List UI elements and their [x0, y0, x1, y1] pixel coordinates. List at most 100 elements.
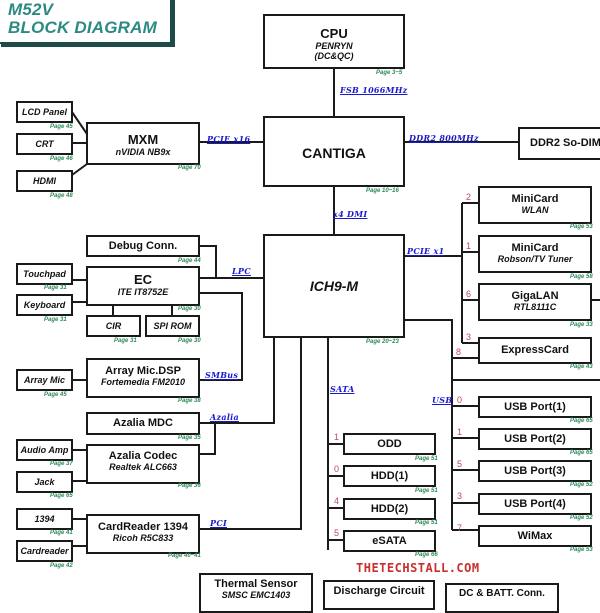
usb-port-2-block[interactable]: USB Port(2) — [478, 428, 592, 450]
keyboard-block[interactable]: Keyboard — [16, 294, 73, 316]
hdd1-block[interactable]: HDD(1) — [343, 465, 436, 487]
cardreader-title: CardReader 1394 — [98, 521, 188, 533]
array-mic-block[interactable]: Array Mic — [16, 369, 73, 391]
usb-port-3-block[interactable]: USB Port(3) — [478, 460, 592, 482]
ieee1394-block[interactable]: 1394 — [16, 508, 73, 530]
ddr2-bus-label: DDR2 800MHz — [409, 133, 479, 143]
audio-amp-block[interactable]: Audio Amp — [16, 439, 73, 461]
usb4-port-number: 3 — [457, 491, 463, 501]
ddr2-sodimm-block[interactable]: DDR2 So-DIMM — [518, 127, 600, 160]
cantiga-block[interactable]: CANTIGA — [263, 116, 405, 187]
cardreader-slot-block[interactable]: Cardreader — [16, 540, 73, 562]
odd-block[interactable]: ODD — [343, 433, 436, 455]
lcd-page: Page 45 — [50, 124, 73, 130]
debug-title: Debug Conn. — [108, 240, 178, 252]
cpu-block[interactable]: CPU PENRYN (DC&QC) — [263, 14, 405, 69]
azalia-mdc-block[interactable]: Azalia MDC — [86, 412, 200, 435]
debug-conn-block[interactable]: Debug Conn. — [86, 235, 200, 257]
minicard-tv-block[interactable]: MiniCard Robson/TV Tuner — [478, 235, 592, 273]
thermal-sensor-block[interactable]: Thermal Sensor SMSC EMC1403 — [199, 573, 313, 613]
sata-bus-label: SATA — [330, 384, 355, 394]
ec-title: EC — [133, 272, 153, 287]
expresscard-title: ExpressCard — [501, 344, 569, 356]
spirom-page: Page 30 — [178, 338, 201, 344]
azalia-codec-block[interactable]: Azalia Codec Realtek ALC663 — [86, 444, 200, 484]
mxm-title: MXM — [127, 132, 159, 147]
smbus-bus-label: SMBus — [205, 370, 239, 380]
thermal-chip: SMSC EMC1403 — [221, 590, 291, 600]
wimax-title: WiMax — [517, 530, 553, 542]
mdc-page: Page 35 — [178, 435, 201, 441]
wimax-block[interactable]: WiMax — [478, 525, 592, 547]
array-mic-dsp-block[interactable]: Array Mic.DSP Fortemedia FM2010 — [86, 358, 200, 398]
odd-title: ODD — [377, 438, 402, 450]
cpu-page: Page 3~5 — [376, 70, 403, 76]
cardreader-1394-block[interactable]: CardReader 1394 Ricoh R5C833 — [86, 514, 200, 554]
arraymic-title: Array Mic — [23, 375, 66, 385]
usb3-page: Page 52 — [570, 482, 593, 488]
touchpad-page: Page 31 — [44, 285, 67, 291]
touchpad-block[interactable]: Touchpad — [16, 263, 73, 285]
hdd2-page: Page 51 — [415, 520, 438, 526]
pcie16-bus-label: PCIE x16 — [207, 134, 251, 144]
ieee1394-page: Page 41 — [50, 530, 73, 536]
debug-line — [199, 245, 217, 278]
usb1-port-number: 0 — [457, 395, 463, 405]
usb3-port-number: 5 — [457, 459, 463, 469]
spi-rom-block[interactable]: SPI ROM — [145, 315, 200, 337]
dc-batt-conn-block[interactable]: DC & BATT. Conn. — [445, 583, 559, 613]
codec-title: Azalia Codec — [108, 450, 178, 462]
cpu-variant: (DC&QC) — [314, 51, 354, 61]
wimax-port-number: 7 — [457, 523, 463, 533]
gigalan-title: GigaLAN — [511, 290, 559, 302]
smbus-line — [199, 292, 243, 381]
tv-port-number: 1 — [466, 241, 472, 251]
jack-block[interactable]: Jack — [16, 471, 73, 493]
ec-block[interactable]: EC ITE IT8752E — [86, 266, 200, 306]
cantiga-page: Page 10~16 — [366, 188, 399, 194]
wimax-page: Page 53 — [570, 547, 593, 553]
crt-block[interactable]: CRT — [16, 133, 73, 155]
dcbatt-title: DC & BATT. Conn. — [459, 588, 545, 599]
usb-port-1-block[interactable]: USB Port(1) — [478, 396, 592, 418]
lcd-title: LCD Panel — [21, 107, 67, 117]
cardslot-title: Cardreader — [20, 546, 69, 556]
hdd1-port-number: 0 — [334, 464, 340, 474]
ec-page: Page 30 — [178, 306, 201, 312]
ich9m-block[interactable]: ICH9-M — [263, 234, 405, 338]
thermal-title: Thermal Sensor — [214, 578, 298, 590]
mxm-block[interactable]: MXM nVIDIA NB9x — [86, 122, 200, 165]
ieee1394-title: 1394 — [34, 514, 55, 524]
expresscard-usb-port-number: 8 — [456, 347, 462, 357]
gigalan-port-number: 6 — [466, 289, 472, 299]
cir-page: Page 31 — [114, 338, 137, 344]
ich9m-title: ICH9-M — [309, 278, 359, 294]
debug-page: Page 44 — [178, 258, 201, 264]
cardreader-chip: Ricoh R5C833 — [112, 533, 174, 543]
esata-block[interactable]: eSATA — [343, 530, 436, 552]
expresscard-block[interactable]: ExpressCard — [478, 337, 592, 364]
spirom-title: SPI ROM — [153, 321, 192, 331]
azalia-bus-label: Azalia — [210, 412, 239, 422]
minicard-wlan-block[interactable]: MiniCard WLAN — [478, 186, 592, 224]
keyboard-title: Keyboard — [23, 300, 66, 310]
lcd-panel-block[interactable]: LCD Panel — [16, 101, 73, 123]
hdmi-page: Page 48 — [50, 193, 73, 199]
hdmi-block[interactable]: HDMI — [16, 170, 73, 192]
crt-page: Page 46 — [50, 156, 73, 162]
keyboard-page: Page 31 — [44, 317, 67, 323]
usb2-title: USB Port(2) — [504, 433, 566, 445]
hdd2-block[interactable]: HDD(2) — [343, 498, 436, 520]
gigalan-block[interactable]: GigaLAN RTL8111C — [478, 283, 592, 321]
lcd-line — [71, 111, 88, 135]
odd-port-number: 1 — [334, 432, 340, 442]
usb-port-4-block[interactable]: USB Port(4) — [478, 493, 592, 515]
tv-title: MiniCard — [511, 242, 559, 254]
cir-block[interactable]: CIR — [86, 315, 141, 337]
audioamp-title: Audio Amp — [20, 445, 69, 455]
model-name: M52V — [8, 0, 54, 19]
dmi-bus-label: x4 DMI — [333, 209, 368, 219]
discharge-circuit-block[interactable]: Discharge Circuit — [323, 580, 435, 610]
hdd2-port-number: 4 — [334, 496, 340, 506]
tv-sub: Robson/TV Tuner — [497, 254, 573, 264]
